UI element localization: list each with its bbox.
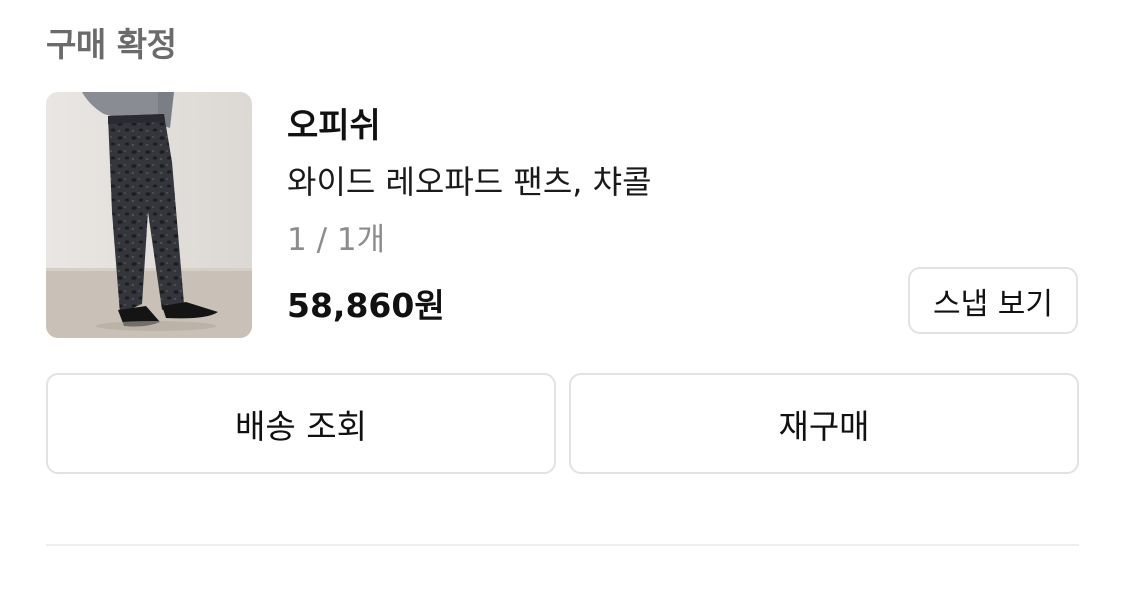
section-divider [46,544,1079,546]
view-snap-button[interactable]: 스냅 보기 [908,267,1078,334]
track-delivery-button[interactable]: 배송 조회 [46,373,556,474]
brand-name[interactable]: 오피쉬 [287,98,381,147]
product-name[interactable]: 와이드 레오파드 팬츠, 챠콜 [287,157,652,203]
product-quantity: 1 / 1개 [287,222,386,258]
product-photo-image [46,92,252,338]
product-thumbnail[interactable] [46,92,252,338]
product-price: 58,860원 [287,286,445,325]
reorder-button[interactable]: 재구매 [569,373,1079,474]
order-status-heading: 구매 확정 [46,25,177,64]
